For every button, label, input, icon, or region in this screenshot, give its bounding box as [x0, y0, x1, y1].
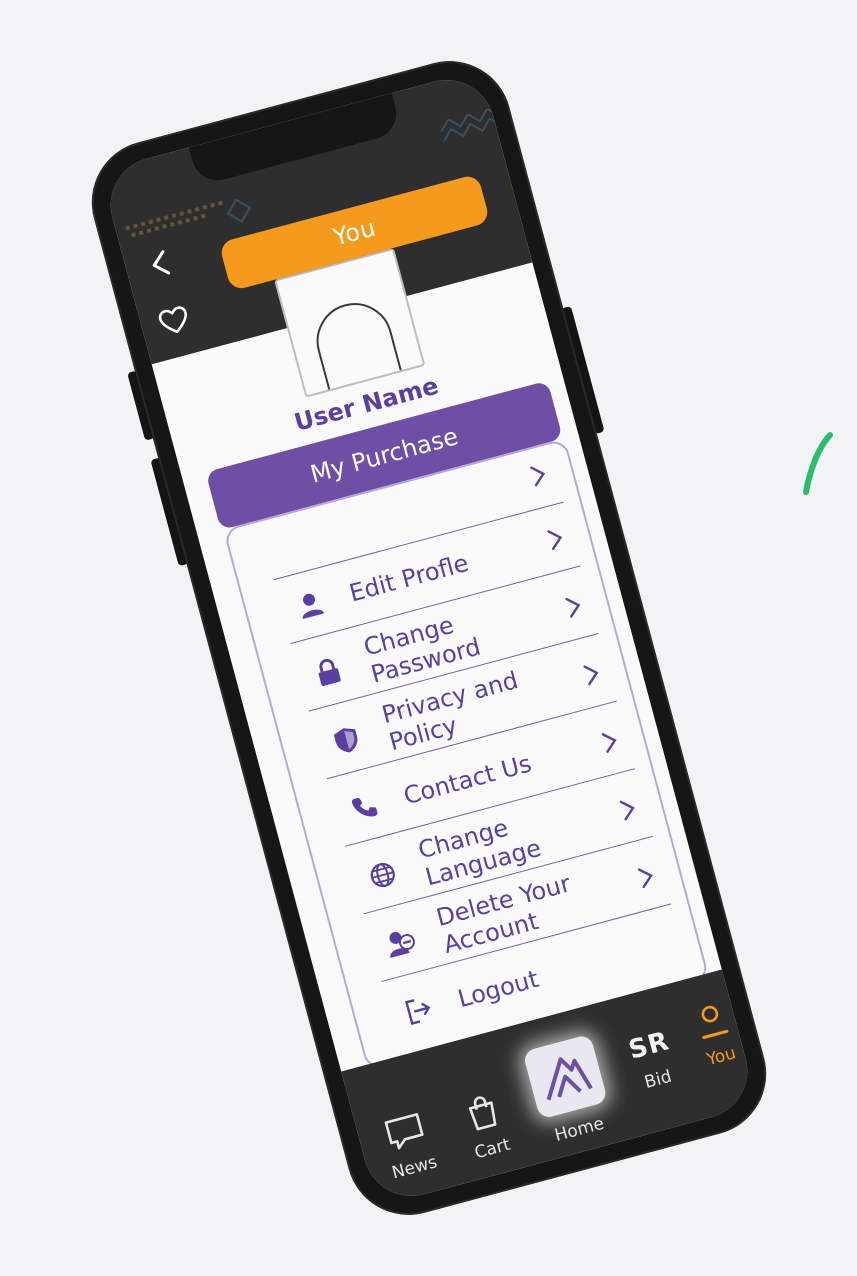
home-logo-button[interactable] [522, 1033, 609, 1120]
tab-home[interactable]: Home [522, 1033, 617, 1149]
heart-icon[interactable] [156, 304, 192, 339]
lock-icon [308, 651, 350, 693]
back-chevron-icon[interactable] [145, 248, 177, 280]
shield-icon [326, 719, 368, 761]
chevron-right-icon [530, 466, 546, 487]
profile-content: User Name My Purchase Edit Profle Change… [151, 247, 722, 1072]
phone-screen: You User Name My Purchase Edit Profle Ch… [99, 69, 759, 1207]
phone-icon [344, 787, 386, 829]
tab-label: Cart [472, 1134, 513, 1164]
tab-news[interactable]: News [366, 1106, 452, 1186]
tab-label: Home [552, 1113, 607, 1146]
delete-account-icon [380, 922, 422, 964]
pattern-decoration [125, 200, 223, 238]
green-arc-decoration [803, 432, 833, 495]
user-icon [289, 584, 331, 626]
phone-mockup: You User Name My Purchase Edit Profle Ch… [77, 47, 781, 1229]
tab-label: News [389, 1152, 440, 1184]
bag-icon [468, 1096, 497, 1131]
logout-icon [398, 989, 440, 1031]
chat-icon [384, 1113, 424, 1150]
tab-cart[interactable]: Cart [443, 1086, 530, 1168]
tab-label: Bid [642, 1066, 674, 1093]
logo-icon [546, 1057, 593, 1101]
person-icon [701, 1005, 729, 1039]
diamond-decoration [226, 198, 252, 223]
globe-icon [362, 854, 404, 896]
